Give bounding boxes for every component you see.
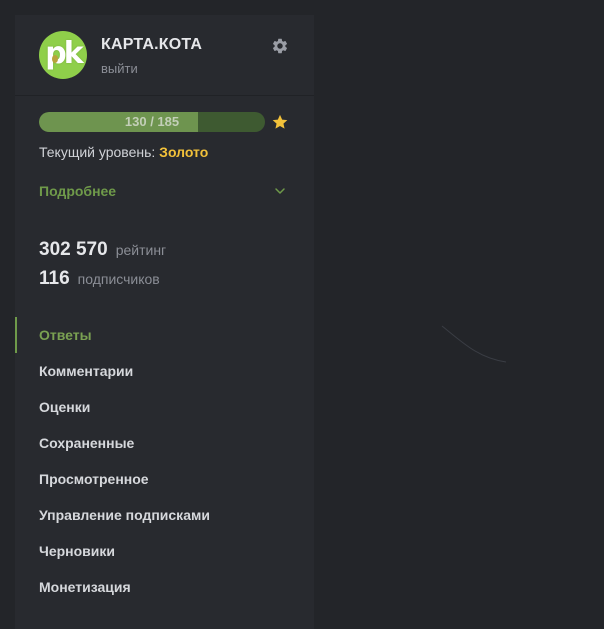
gear-icon[interactable]	[271, 37, 289, 55]
subscribers-stat[interactable]: 116 подписчиков	[39, 268, 160, 290]
profile-menu: Ответы Комментарии Оценки Сохраненные Пр…	[15, 317, 314, 605]
menu-item-comments[interactable]: Комментарии	[15, 353, 314, 389]
current-level-value: Золото	[159, 144, 209, 160]
current-level: Текущий уровень: Золото	[39, 144, 208, 160]
avatar-decoration	[52, 55, 58, 63]
rating-stat: 302 570 рейтинг	[39, 239, 166, 261]
profile-sidebar: pk КАРТА.КОТА выйти 130 / 185 Текущий ур…	[15, 15, 314, 629]
logout-link[interactable]: выйти	[101, 61, 138, 76]
rating-label: рейтинг	[115, 242, 167, 258]
chevron-down-icon[interactable]	[273, 186, 287, 196]
details-toggle[interactable]: Подробнее	[39, 183, 116, 199]
menu-item-saved[interactable]: Сохраненные	[15, 425, 314, 461]
profile-header: pk КАРТА.КОТА выйти	[15, 15, 314, 96]
menu-item-monetization[interactable]: Монетизация	[15, 569, 314, 605]
menu-item-subscriptions[interactable]: Управление подписками	[15, 497, 314, 533]
menu-item-answers[interactable]: Ответы	[15, 317, 314, 353]
subscribers-value: 116	[39, 268, 70, 289]
page: pk КАРТА.КОТА выйти 130 / 185 Текущий ур…	[0, 0, 604, 629]
avatar-initials: pk	[45, 35, 83, 71]
rating-value: 302 570	[39, 239, 108, 260]
menu-item-drafts[interactable]: Черновики	[15, 533, 314, 569]
avatar[interactable]: pk	[39, 31, 87, 79]
current-level-label: Текущий уровень:	[39, 144, 156, 160]
subscribers-label: подписчиков	[77, 271, 160, 287]
background-curve	[441, 325, 507, 363]
menu-item-viewed[interactable]: Просмотренное	[15, 461, 314, 497]
level-progress-bar: 130 / 185	[39, 112, 265, 132]
menu-item-ratings[interactable]: Оценки	[15, 389, 314, 425]
level-progress-text: 130 / 185	[124, 114, 180, 129]
star-icon	[272, 114, 288, 129]
username[interactable]: КАРТА.КОТА	[101, 36, 202, 54]
